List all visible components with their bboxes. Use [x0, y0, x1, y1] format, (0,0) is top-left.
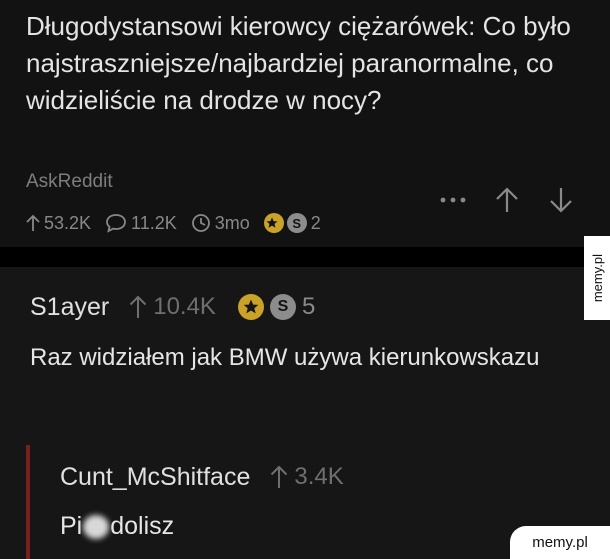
arrow-up-icon	[130, 295, 147, 318]
arrow-up-icon	[26, 214, 40, 231]
reply-body: Pi dolisz	[60, 512, 174, 541]
arrow-up-icon	[271, 465, 288, 488]
comment-score: 10.4K	[129, 293, 216, 321]
reply-body-end: dolisz	[110, 512, 175, 540]
comment-count-value: 11.2K	[131, 212, 177, 233]
reply-header: Cunt_McShitface 3.4K	[60, 461, 344, 493]
upvote-count-value: 53.2K	[44, 212, 92, 233]
reply-body-start: Pi	[60, 512, 83, 540]
arrow-up-icon	[496, 187, 518, 212]
post-title[interactable]: Długodystansowi kierowcy ciężarówek: Co …	[26, 8, 586, 119]
post-meta: 53.2K 11.2K 3mo S 2	[26, 210, 335, 236]
comment-award-count: 5	[301, 293, 316, 320]
post-awards[interactable]: S 2	[263, 212, 321, 234]
reply-score-value: 3.4K	[294, 463, 344, 490]
post-age: 3mo	[191, 213, 250, 234]
watermark-bottom: memy.pl	[510, 526, 610, 559]
clock-icon	[191, 214, 210, 232]
downvote-button[interactable]	[548, 186, 574, 214]
comment-count: 11.2K	[105, 213, 177, 234]
reply-score: 3.4K	[270, 463, 344, 491]
gold-award-icon	[237, 294, 264, 320]
comment-awards[interactable]: S 5	[237, 293, 316, 321]
subreddit-link[interactable]: AskReddit	[26, 171, 113, 193]
section-divider	[0, 247, 610, 267]
arrow-down-icon	[550, 188, 572, 213]
gold-award-icon	[263, 213, 284, 233]
upvote-count: 53.2K	[26, 213, 91, 234]
silver-award-icon: S	[269, 294, 296, 320]
silver-award-icon: S	[286, 213, 307, 233]
watermark-side: memy.pl	[584, 236, 610, 320]
post-award-count: 2	[310, 212, 321, 233]
more-options-button[interactable]	[440, 197, 466, 203]
upvote-button[interactable]	[494, 186, 520, 214]
censor-blur	[83, 514, 110, 539]
reply-author[interactable]: Cunt_McShitface	[60, 463, 250, 492]
comment-bubble-icon	[106, 214, 126, 233]
watermark-side-text: memy.pl	[589, 253, 605, 303]
post-actions	[412, 186, 574, 214]
reply-thread-line[interactable]	[26, 445, 30, 559]
comment-author[interactable]: S1ayer	[30, 293, 109, 322]
more-dots-icon	[440, 197, 466, 203]
comment-body: Raz widziałem jak BMW używa kierunkowska…	[30, 344, 540, 371]
comment-score-value: 10.4K	[153, 293, 216, 320]
post-age-value: 3mo	[214, 212, 250, 233]
comment-header: S1ayer 10.4K S 5	[30, 291, 315, 323]
